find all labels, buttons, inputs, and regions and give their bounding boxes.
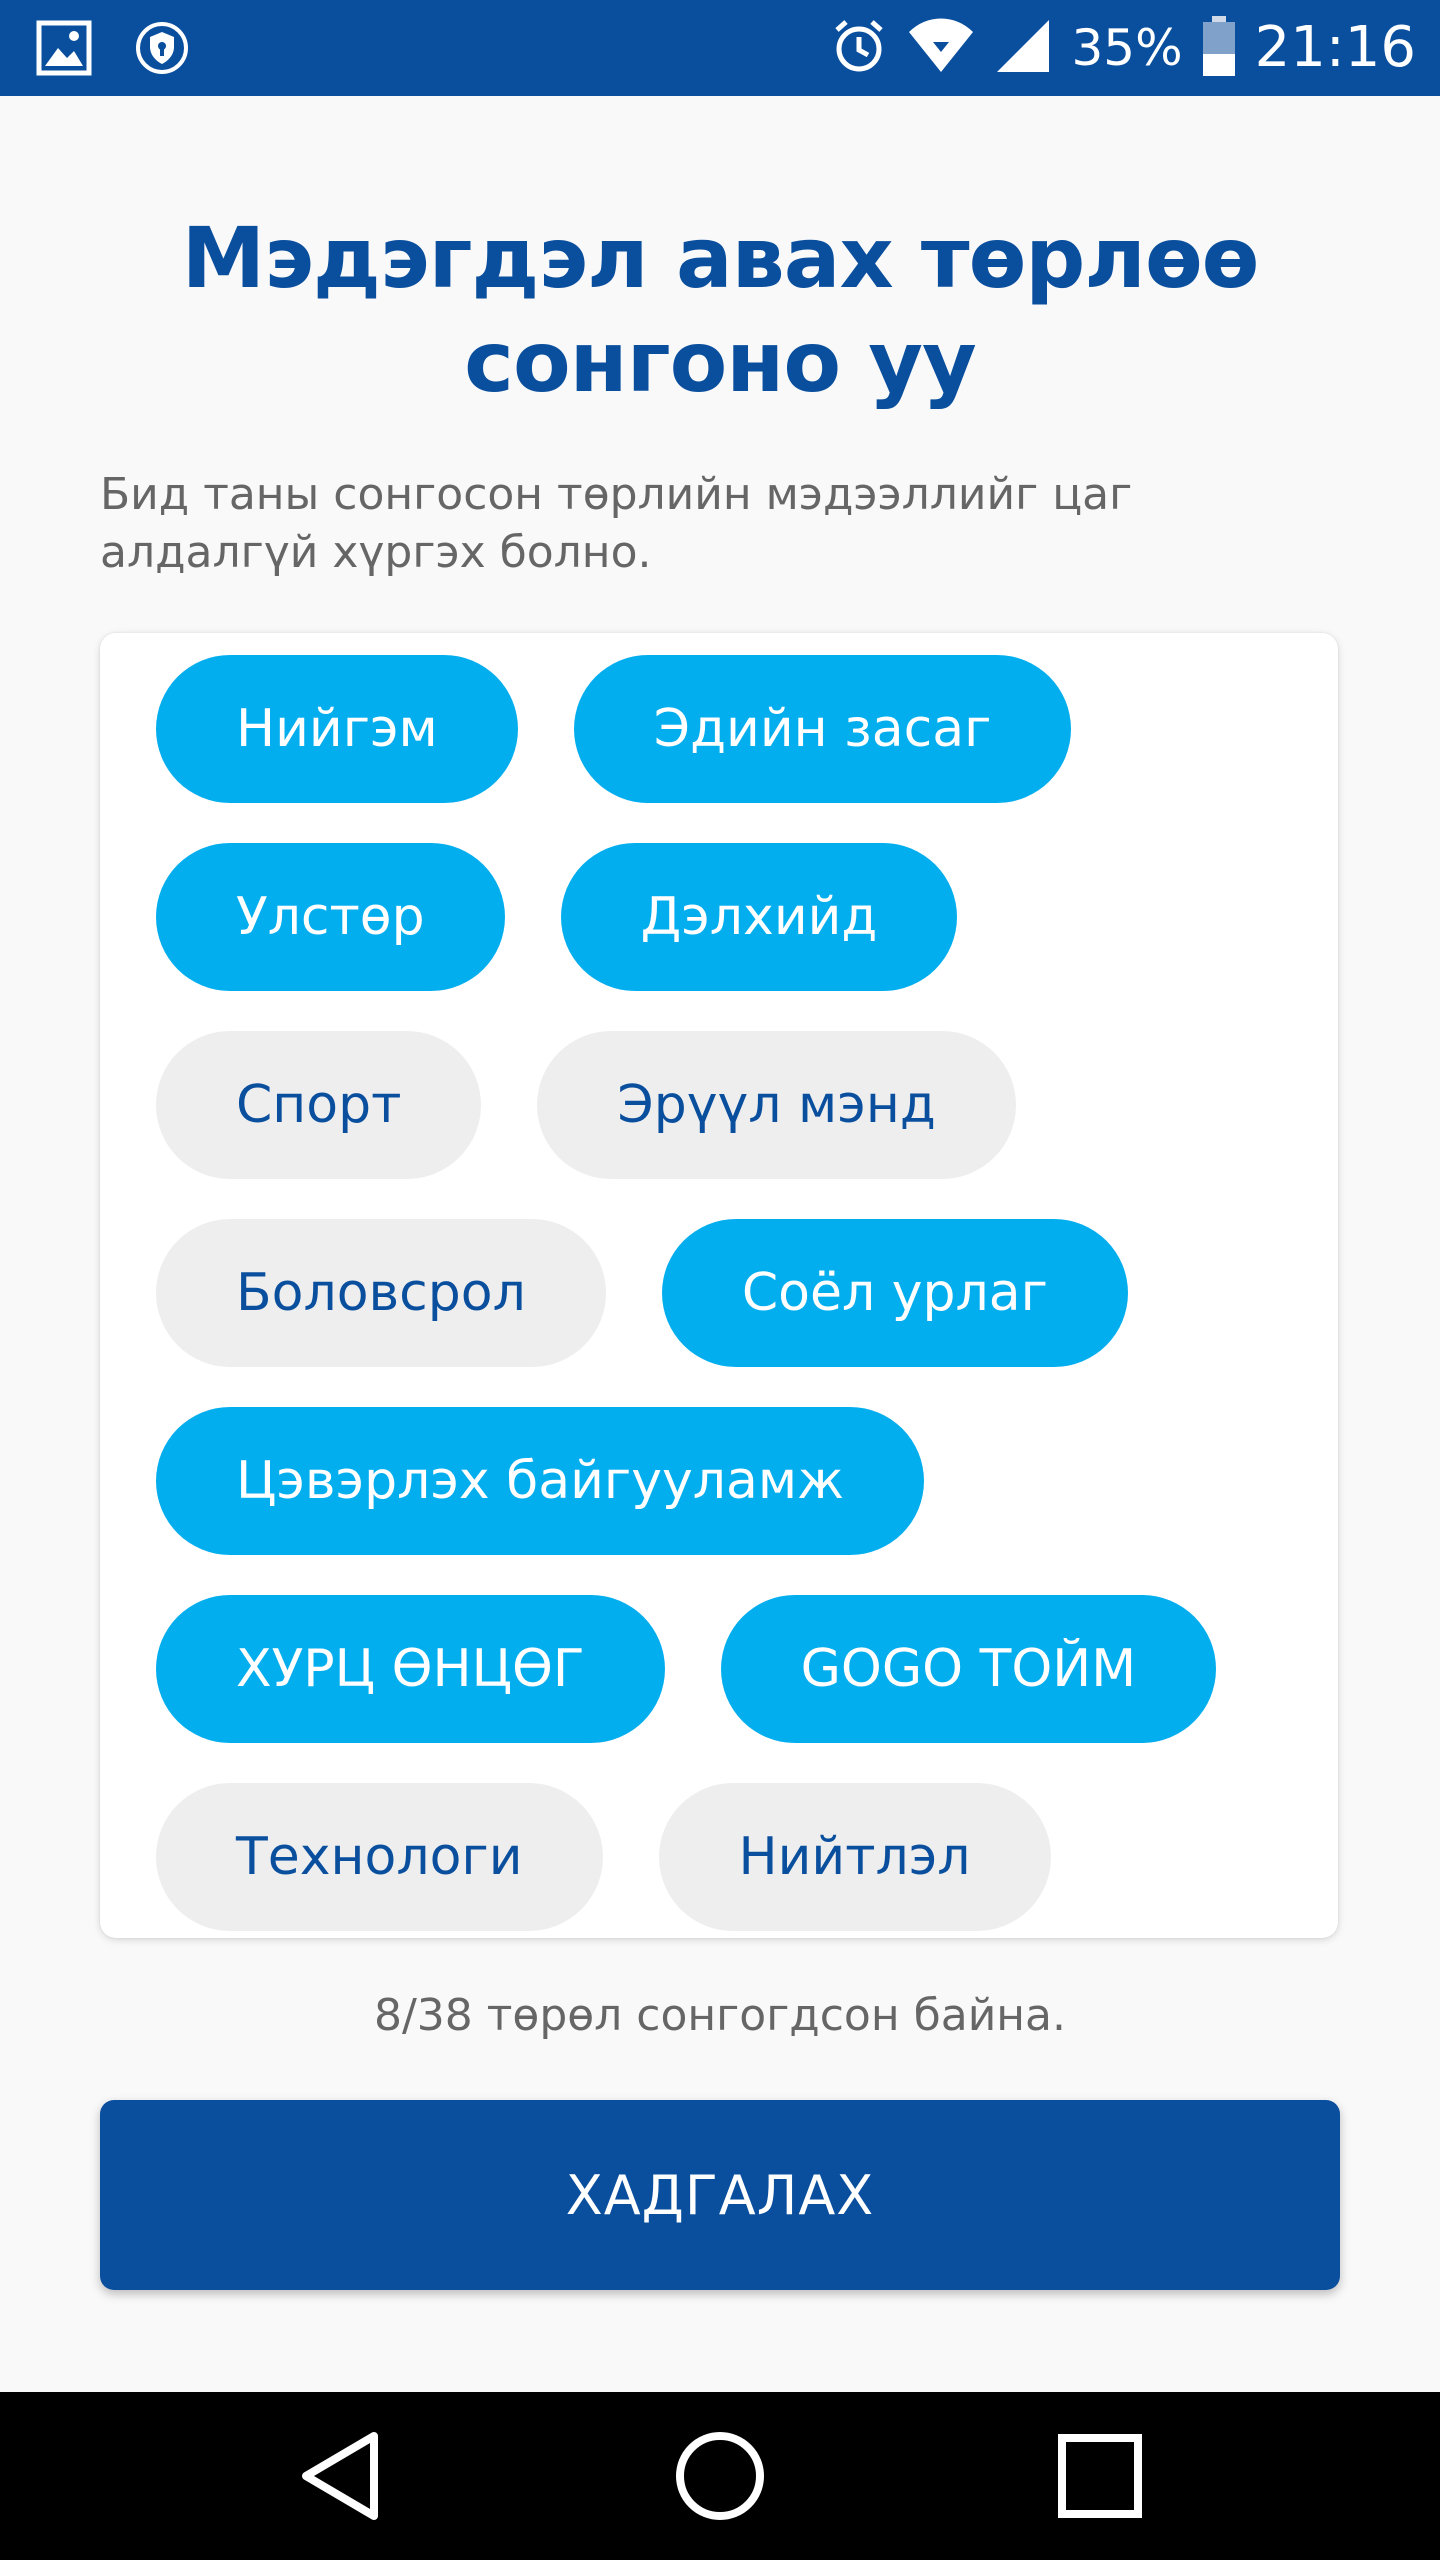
wifi-icon (907, 16, 975, 80)
chip-row: Спорт Эрүүл мэнд (156, 1031, 1016, 1179)
selection-count: 8/38 төрөл сонгогдсон байна. (373, 1990, 1067, 2041)
chip-row: Цэвэрлэх байгууламж (156, 1407, 924, 1555)
battery-icon (1201, 16, 1237, 80)
chip-row: Боловсрол Соёл урлаг (156, 1219, 1128, 1367)
chip-ediin-zasag[interactable]: Эдийн засаг (573, 655, 1072, 803)
alarm-icon (829, 16, 889, 80)
chip-soyol-urlag[interactable]: Соёл урлаг (661, 1219, 1128, 1367)
chip-ulstor[interactable]: Улстөр (156, 843, 505, 991)
chip-khurts-ontsog[interactable]: ХУРЦ ӨНЦӨГ (156, 1595, 665, 1743)
save-button[interactable]: ХАДГАЛАХ (100, 2100, 1340, 2290)
category-list-card[interactable]: Нийгэм Эдийн засаг Улстөр Дэлхийд Спорт … (100, 633, 1338, 1938)
chip-tekhnologi[interactable]: Технологи (156, 1783, 603, 1931)
chip-row: Улстөр Дэлхийд (156, 843, 958, 991)
clock: 21:16 (1254, 15, 1416, 80)
chip-row: ХУРЦ ӨНЦӨГ GOGO ТОЙМ (156, 1595, 1217, 1743)
chip-bolovsrol[interactable]: Боловсрол (156, 1219, 606, 1367)
status-bar: 35% 21:16 (0, 0, 1440, 96)
chip-niigem[interactable]: Нийгэм (156, 655, 518, 803)
recents-icon[interactable] (1050, 2426, 1150, 2526)
chip-row: Нийгэм Эдийн засаг (156, 655, 1072, 803)
chip-eruul-mend[interactable]: Эрүүл мэнд (537, 1031, 1016, 1179)
navigation-bar (0, 2392, 1440, 2560)
battery-percent: 35% (1071, 19, 1183, 77)
vpn-shield-icon (134, 20, 190, 80)
page-title-line1: Мэдэгдэл авах төрлөө (181, 209, 1260, 307)
back-icon[interactable] (290, 2426, 390, 2526)
chip-niitlel[interactable]: Нийтлэл (658, 1783, 1051, 1931)
page-title: Мэдэгдэл авах төрлөө сонгоно уу (0, 206, 1440, 414)
chip-row: Технологи Нийтлэл (156, 1783, 1051, 1931)
gallery-icon (36, 20, 92, 80)
chip-sport[interactable]: Спорт (156, 1031, 482, 1179)
chip-delkhiid[interactable]: Дэлхийд (560, 843, 958, 991)
chip-gogo-toim[interactable]: GOGO ТОЙМ (720, 1595, 1217, 1743)
page-title-line2: сонгоно уу (464, 313, 977, 411)
signal-icon (993, 16, 1053, 80)
chip-tseverlekh-baiguulamj[interactable]: Цэвэрлэх байгууламж (156, 1407, 924, 1555)
home-icon[interactable] (670, 2426, 770, 2526)
page-subtitle: Бид таны сонгосон төрлийн мэдээллийг цаг… (100, 469, 1133, 578)
